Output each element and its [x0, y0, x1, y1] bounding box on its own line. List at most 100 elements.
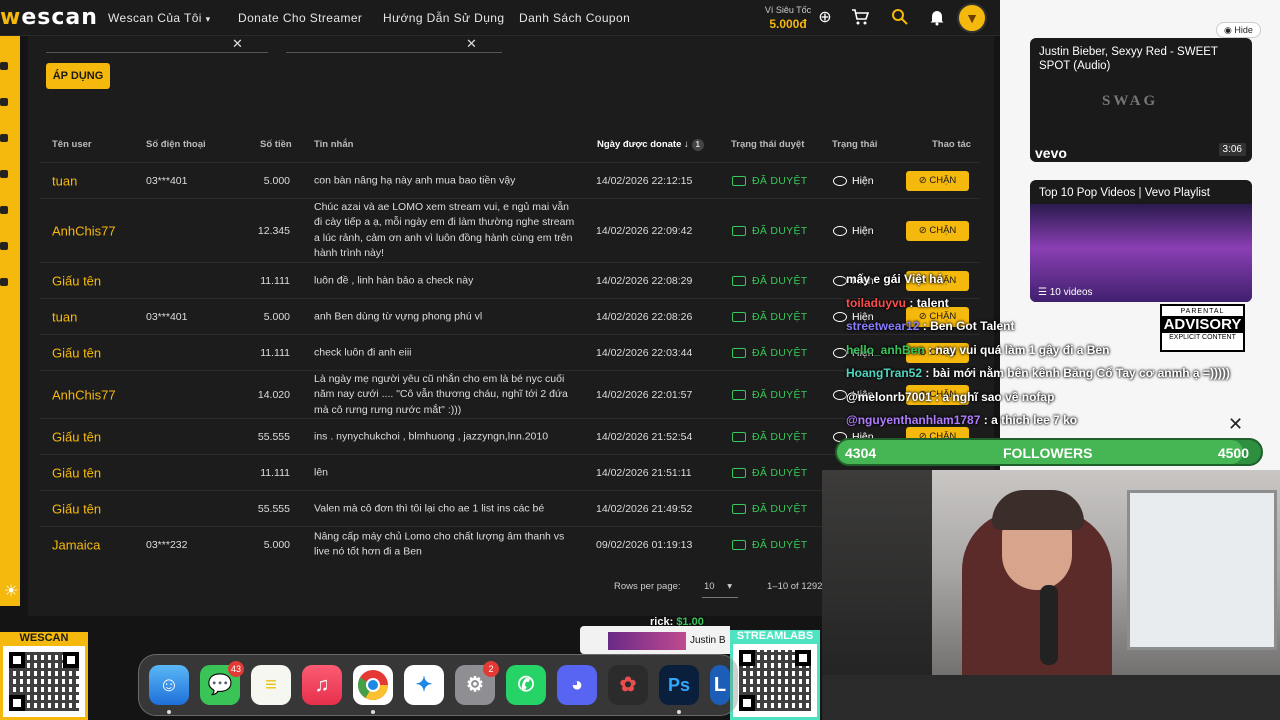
user-avatar[interactable]: ▼: [957, 3, 987, 33]
apply-filter-button[interactable]: ÁP DỤNG: [46, 63, 110, 89]
chat-message: toiladuyvu : talent: [846, 296, 949, 310]
eye-icon: [833, 175, 847, 186]
eye-icon: [833, 347, 847, 358]
cell-date: 14/02/2026 22:08:26: [596, 310, 693, 323]
chat-text: : bài mới nằm bên kênh Băng Cổ Tay cơ an…: [925, 366, 1230, 380]
qr-corner: [795, 650, 811, 666]
header-date-sort[interactable]: Ngày được donate ↓ 1: [597, 139, 704, 151]
chat-message: streetwear12 : Ben Got Talent: [846, 319, 1015, 333]
nav-huong-dan-su-dung[interactable]: Hướng Dẫn Sử Dụng: [383, 11, 504, 25]
notification-bell-icon[interactable]: [927, 8, 947, 28]
gift-icon[interactable]: [0, 206, 8, 214]
approved-status: ĐÃ DUYỆT: [732, 539, 808, 551]
cart-icon[interactable]: [850, 8, 870, 28]
cell-date: 14/02/2026 22:01:57: [596, 388, 693, 401]
left-sidebar-rail: [0, 36, 20, 606]
nav-wescan-cua-toi[interactable]: Wescan Của Tôi ▾: [108, 11, 211, 25]
block-icon: ⊘: [918, 224, 927, 236]
user-icon[interactable]: [0, 98, 8, 106]
chevron-down-icon: ▾: [205, 14, 211, 24]
rows-per-page-select[interactable]: 10 ▾: [704, 581, 732, 592]
pagination-range: 1–10 of 1292: [767, 581, 823, 592]
photoshop-icon[interactable]: Ps: [659, 665, 699, 705]
approved-status: ĐÃ DUYỆT: [732, 389, 808, 401]
partial-app-icon[interactable]: L: [710, 665, 730, 705]
advisory-bottom-text: EXPLICIT CONTENT: [1169, 334, 1236, 341]
settings-icon[interactable]: [0, 242, 8, 250]
cell-amount: 5.000: [263, 174, 290, 187]
wallet-value: 5.000đ: [769, 17, 807, 31]
followers-goal: 4500: [1217, 445, 1249, 461]
cell-user: AnhChis77: [52, 387, 116, 402]
wallet-balance[interactable]: Ví Siêu Tốc 5.000đ: [760, 5, 816, 31]
block-button[interactable]: ⊘ CHẶN: [906, 220, 969, 241]
cell-amount: 5.000: [263, 310, 290, 323]
home-icon[interactable]: [0, 62, 8, 70]
cell-amount: 11.111: [260, 466, 290, 479]
davinci-resolve-icon[interactable]: ✿: [608, 665, 648, 705]
music-icon[interactable]: ♫: [302, 665, 342, 705]
wescan-logo[interactable]: wescan: [0, 5, 98, 30]
logout-icon[interactable]: [0, 278, 8, 286]
chat-text: : talent: [909, 296, 949, 310]
history-icon[interactable]: [0, 170, 8, 178]
list-icon[interactable]: [0, 134, 8, 142]
brightness-toggle-icon[interactable]: ☀: [0, 581, 22, 603]
microphone: [1040, 585, 1058, 665]
header-amount: Số tiền: [260, 139, 292, 150]
eye-icon: [833, 389, 847, 400]
nav-donate-cho-streamer[interactable]: Donate Cho Streamer: [238, 11, 362, 25]
hide-icon: ◉: [1224, 25, 1232, 35]
block-icon: ⊘: [918, 174, 927, 186]
notes-icon[interactable]: ≡: [251, 665, 291, 705]
cell-message: Valen mà cô đơn thì tôi lại cho ae 1 lis…: [314, 501, 545, 514]
add-funds-icon[interactable]: ⊕: [815, 8, 835, 28]
chat-username: @nguyenthanhlam1787: [846, 413, 981, 427]
playlist-card-top10[interactable]: Top 10 Pop Videos | Vevo Playlist ☰ 10 v…: [1030, 180, 1252, 302]
discord-icon[interactable]: ◕: [557, 665, 597, 705]
approved-status: ĐÃ DUYỆT: [732, 225, 808, 237]
followers-current: 4304: [845, 445, 877, 461]
approved-status: ĐÃ DUYỆT: [732, 311, 808, 323]
chat-username: HoangTran52: [846, 366, 923, 380]
running-indicator: [167, 710, 171, 714]
wescan-qr-label: WESCAN: [19, 632, 69, 644]
cell-date: 14/02/2026 22:12:15: [596, 174, 693, 187]
filter-field-1[interactable]: [46, 52, 268, 53]
safari-icon[interactable]: ✦: [404, 665, 444, 705]
approved-icon: [732, 389, 746, 400]
cell-date: 14/02/2026 21:49:52: [596, 502, 693, 515]
clear-icon[interactable]: ✕: [232, 36, 243, 52]
visibility-toggle[interactable]: Hiện: [833, 225, 874, 237]
visibility-toggle[interactable]: Hiện: [833, 175, 874, 187]
cell-amount: 55.555: [257, 430, 290, 443]
cell-date: 14/02/2026 21:51:11: [596, 466, 692, 479]
filter-field-2[interactable]: [286, 52, 502, 53]
whatsapp-icon[interactable]: ✆: [506, 665, 546, 705]
cell-phone: 03***232: [146, 538, 188, 551]
hide-button[interactable]: ◉ Hide: [1216, 22, 1261, 38]
finder-icon[interactable]: ☺: [149, 665, 189, 705]
cell-date: 14/02/2026 22:09:42: [596, 224, 693, 237]
sort-count-badge: 1: [691, 139, 704, 151]
cell-date: 14/02/2026 22:03:44: [596, 346, 693, 359]
streamlabs-qr-code: STREAMLABS: [730, 630, 820, 720]
nav-danh-sach-coupon[interactable]: Danh Sách Coupon: [519, 11, 630, 25]
block-button[interactable]: ⊘ CHẶN: [906, 170, 969, 191]
clear-icon[interactable]: ✕: [466, 36, 477, 52]
playlist-icon: ☰: [1038, 287, 1047, 298]
close-icon[interactable]: ✕: [1228, 414, 1243, 435]
settings-badge: 2: [483, 661, 499, 677]
cell-user: Giấu tên: [52, 345, 102, 360]
header-status: Trạng thái: [832, 139, 878, 150]
playlist-count: ☰ 10 videos: [1038, 287, 1093, 298]
chat-username: toiladuyvu: [846, 296, 907, 310]
cell-message: luôn đề , linh hàn bảo a check này: [314, 273, 474, 286]
table-row: AnhChis77 14.020 Là ngày mẹ người yêu cũ n…: [40, 370, 980, 418]
video-card-sweet-spot[interactable]: Justin Bieber, Sexyy Red - SWEET SPOT (A…: [1030, 38, 1252, 162]
chrome-icon[interactable]: [353, 665, 393, 705]
search-icon[interactable]: [890, 8, 910, 28]
now-playing-widget: Justin B: [580, 626, 730, 654]
approved-icon: [732, 503, 746, 514]
table-row: tuan 03***401 5.000 con bàn nâng hạ này anh…: [40, 162, 980, 198]
